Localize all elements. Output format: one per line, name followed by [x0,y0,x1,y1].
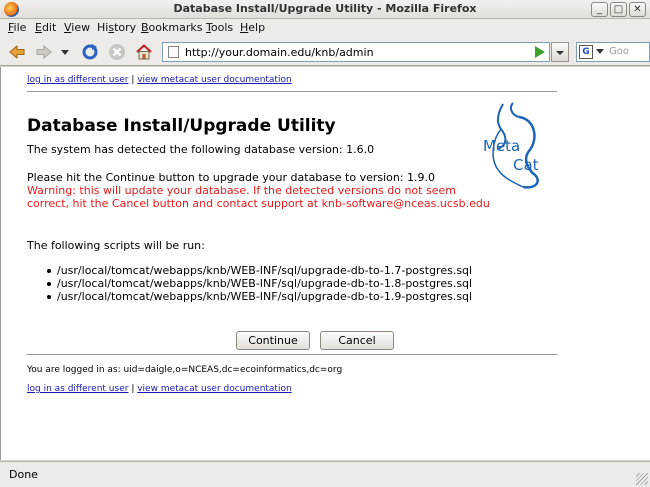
page-title: Database Install/Upgrade Utility [27,116,336,136]
link-separator: | [131,384,135,394]
logo-text-meta: Meta [483,137,520,155]
resize-grip-icon[interactable] [636,473,648,485]
search-input[interactable]: Goo [609,46,629,57]
stop-icon[interactable] [108,43,126,61]
bottom-divider [27,354,557,355]
chevron-down-icon [556,51,564,55]
page-viewport: log in as different user | view metacat … [0,67,650,460]
top-divider [27,91,557,92]
menu-bar: File Edit View History Bookmarks Tools H… [0,19,650,38]
go-icon[interactable] [535,46,545,58]
list-item: /usr/local/tomcat/webapps/knb/WEB-INF/sq… [47,264,472,277]
maximize-button[interactable]: □ [610,2,627,17]
docs-link[interactable]: view metacat user documentation [137,384,291,394]
url-text[interactable]: http://your.domain.edu/knb/admin [185,46,374,59]
menu-edit[interactable]: Edit [35,21,56,34]
scripts-list: /usr/local/tomcat/webapps/knb/WEB-INF/sq… [47,264,472,303]
history-dropdown-icon[interactable] [60,43,70,61]
url-dropdown-button[interactable] [551,42,569,62]
scripts-intro-text: The following scripts will be run: [27,239,205,252]
docs-link[interactable]: view metacat user documentation [137,75,291,85]
forward-icon[interactable] [35,43,53,61]
continue-button[interactable]: Continue [236,331,310,350]
reload-icon[interactable] [81,43,99,61]
window-title: Database Install/Upgrade Utility - Mozil… [173,2,477,15]
page-icon [168,46,179,58]
search-engine-icon[interactable]: G [579,45,593,59]
logo-text-cat: Cat [513,156,539,174]
menu-help[interactable]: Help [240,21,265,34]
logged-in-text: You are logged in as: uid=daigle,o=NCEAS… [27,365,343,375]
relogin-link[interactable]: log in as different user [27,384,128,394]
menu-view[interactable]: View [64,21,90,34]
url-bar[interactable]: http://your.domain.edu/knb/admin [162,42,550,62]
warning-text-line1: Warning: this will update your database.… [27,184,456,197]
window-titlebar[interactable]: Database Install/Upgrade Utility - Mozil… [0,0,650,19]
bottom-links: log in as different user | view metacat … [27,384,292,394]
menu-file[interactable]: File [8,21,26,34]
back-icon[interactable] [8,43,26,61]
link-separator: | [131,75,135,85]
detected-version-text: The system has detected the following da… [27,143,375,156]
warning-text-line2: correct, hit the Cancel button and conta… [27,197,490,210]
home-icon[interactable] [135,43,153,61]
list-item: /usr/local/tomcat/webapps/knb/WEB-INF/sq… [47,277,472,290]
instruction-text: Please hit the Continue button to upgrad… [27,171,436,184]
search-box[interactable]: G Goo [576,42,650,62]
minimize-button[interactable]: _ [591,2,608,17]
menu-history[interactable]: History [97,21,136,34]
close-button[interactable]: ✕ [629,2,646,17]
list-item: /usr/local/tomcat/webapps/knb/WEB-INF/sq… [47,290,472,303]
menu-bookmarks[interactable]: Bookmarks [141,21,202,34]
engine-dropdown-icon[interactable] [596,49,604,55]
status-text: Done [9,468,38,481]
status-bar: Done [0,461,650,487]
cancel-button[interactable]: Cancel [320,331,394,350]
relogin-link[interactable]: log in as different user [27,75,128,85]
metacat-logo: Meta Cat [483,102,539,189]
navigation-toolbar: http://your.domain.edu/knb/admin G Goo [0,38,650,66]
menu-tools[interactable]: Tools [206,21,233,34]
top-links: log in as different user | view metacat … [27,75,292,85]
